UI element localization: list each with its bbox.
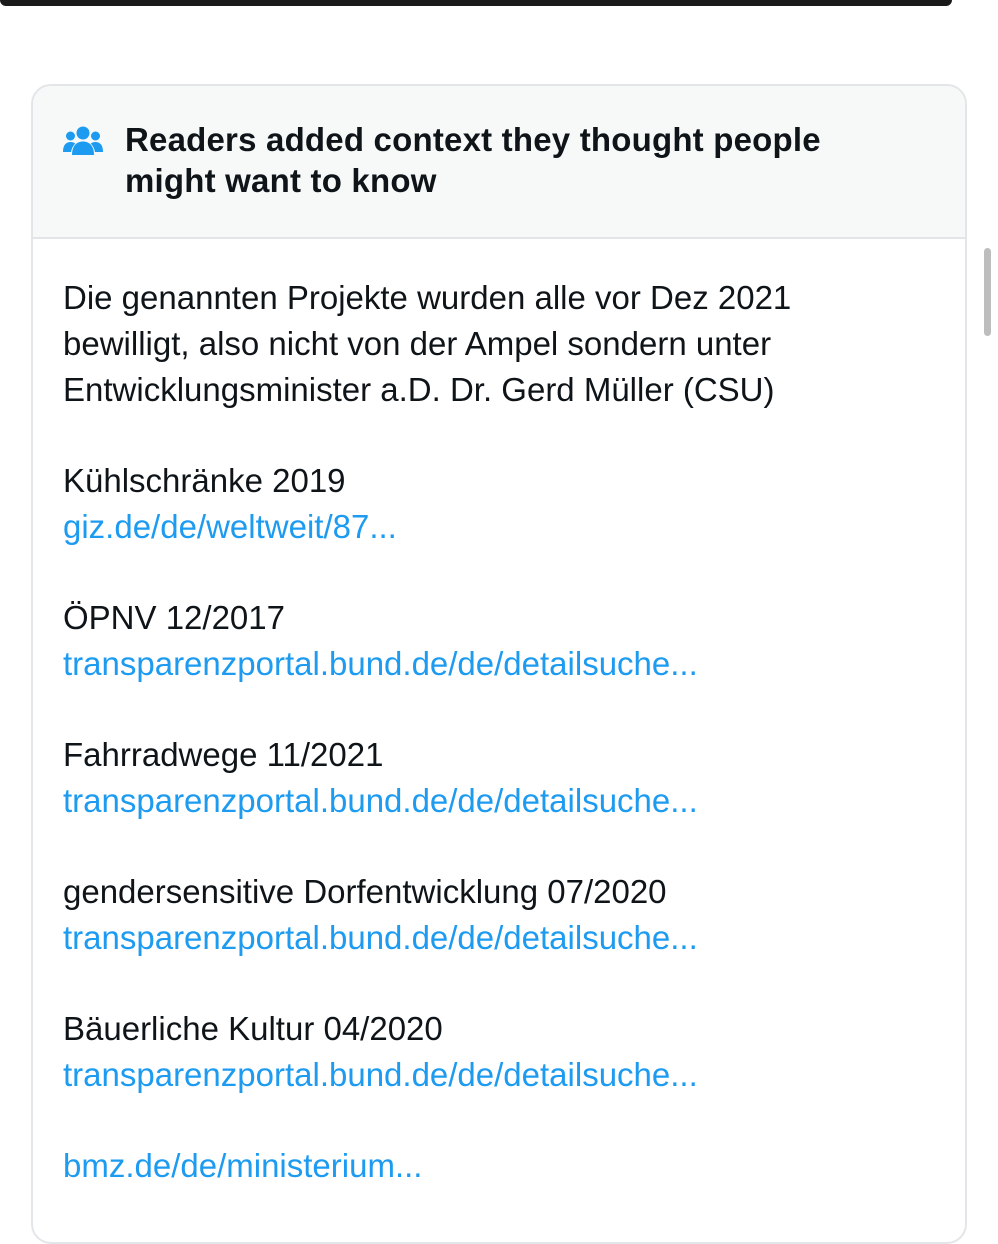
note-item-link[interactable]: transparenzportal.bund.de/de/detailsuche… [63,1052,905,1098]
note-item: Fahrradwege 11/2021 transparenzportal.bu… [63,732,905,824]
note-item: gendersensitive Dorfentwicklung 07/2020 … [63,869,905,961]
note-item: Bäuerliche Kultur 04/2020 transparenzpor… [63,1006,905,1098]
note-intro-line: Die genannten Projekte wurden alle vor D… [63,279,792,316]
note-item-link[interactable]: transparenzportal.bund.de/de/detailsuche… [63,641,905,687]
note-intro-line: bewilligt, also nicht von der Ampel sond… [63,325,772,362]
note-item-link[interactable]: transparenzportal.bund.de/de/detailsuche… [63,778,905,824]
note-item-label: Fahrradwege 11/2021 [63,736,384,773]
note-title-line-2: might want to know [125,162,437,199]
people-icon [63,126,103,155]
note-item: Kühlschränke 2019 giz.de/de/weltweit/87.… [63,458,905,550]
note-intro-line: Entwicklungsminister a.D. Dr. Gerd Mülle… [63,371,775,408]
note-final: bmz.de/de/ministerium... [63,1143,905,1189]
previous-card-edge [0,0,952,6]
note-item-label: Bäuerliche Kultur 04/2020 [63,1010,443,1047]
note-item-label: Kühlschränke 2019 [63,462,346,499]
scrollbar-thumb[interactable] [984,248,991,336]
note-final-link[interactable]: bmz.de/de/ministerium... [63,1143,905,1189]
community-note-card: Readers added context they thought peopl… [31,84,967,1244]
note-title-line-1: Readers added context they thought peopl… [125,121,821,158]
note-body: Die genannten Projekte wurden alle vor D… [33,239,965,1189]
note-item-link[interactable]: giz.de/de/weltweit/87... [63,504,905,550]
note-item-label: ÖPNV 12/2017 [63,599,285,636]
note-title: Readers added context they thought peopl… [125,119,821,201]
note-item: ÖPNV 12/2017 transparenzportal.bund.de/d… [63,595,905,687]
note-item-label: gendersensitive Dorfentwicklung 07/2020 [63,873,667,910]
note-item-link[interactable]: transparenzportal.bund.de/de/detailsuche… [63,915,905,961]
note-intro: Die genannten Projekte wurden alle vor D… [63,275,905,413]
community-note-header: Readers added context they thought peopl… [33,86,965,239]
